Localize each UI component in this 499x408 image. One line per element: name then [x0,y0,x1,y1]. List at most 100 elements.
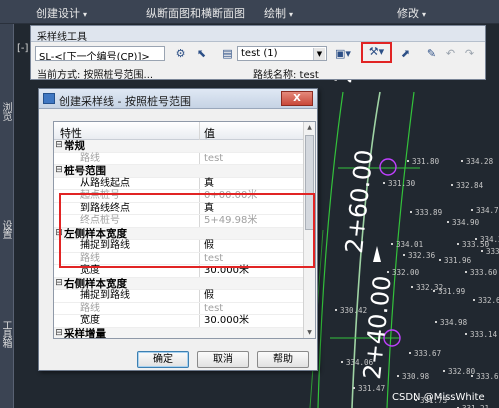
property-name: 宽度 [80,315,100,326]
survey-point-marker [443,370,445,372]
elevation-label: 332.84 [451,181,483,190]
property-row[interactable]: 宽度 30.000米 [54,315,304,328]
menu-create-design[interactable]: 创建设计 ▾ [36,5,87,21]
sample-line-creation-methods-button[interactable]: ⚒▾ [361,42,392,63]
ribbon-menu-bar: 创建设计 ▾ 纵断面图和横断面图 绘制 ▾ 修改 ▾ [0,0,499,24]
property-row[interactable]: 路线 test [54,302,304,315]
menu-profile-section-views[interactable]: 纵断面图和横断面图 [146,5,245,21]
close-icon[interactable]: X [281,91,313,106]
scroll-down-icon[interactable]: ▼ [304,327,315,338]
survey-point-marker [397,375,399,377]
undo-icon[interactable]: ↶ [442,45,459,62]
elevation-label: 334.01 [391,240,423,249]
property-name: 路线 [80,302,100,314]
station-range-highlight-box [59,193,315,268]
elevation-label: 332.00 [387,268,419,277]
alignment-dropdown-value: test (1) [241,48,278,59]
elevation-label: 333.67 [409,349,441,358]
style-menu-icon[interactable]: ▣▾ [331,45,355,62]
property-value[interactable]: 30.000米 [204,315,249,327]
survey-point-marker [387,271,389,273]
menu-modify-label: 修改 [397,7,419,20]
elevation-label: 332.36 [403,251,435,260]
property-value[interactable]: test [204,303,223,315]
property-value[interactable]: 真 [204,178,214,190]
cancel-button[interactable]: 取消 [197,351,249,368]
elevation-label: 333.89 [410,208,442,217]
viewport-control[interactable]: [-] [17,43,28,54]
toolwin-title-text: 采样线工具 [37,32,87,43]
survey-point-marker [461,160,463,162]
collapse-toggle-icon[interactable]: ⊟ [55,141,63,150]
elevation-label: 330.42 [335,306,367,315]
ok-button[interactable]: 确定 [137,351,189,368]
sample-line-name-dropdown[interactable]: SL-<[下一个编号(CP)]> [35,46,165,61]
survey-point-marker [439,259,441,261]
sample-line-settings-icon[interactable]: ⚙ [172,45,189,62]
menu-draw[interactable]: 绘制 ▾ [264,5,293,21]
property-category-row[interactable]: ⊟ 采样增量 [54,327,304,338]
pi-marker-top [379,158,397,176]
survey-point-marker [335,309,337,311]
scroll-up-icon[interactable]: ▲ [304,122,315,133]
help-button[interactable]: 帮助 [257,351,309,368]
dialog-title-bar[interactable]: 创建采样线 - 按照桩号范围 X [39,89,317,109]
property-value[interactable]: 假 [204,290,214,302]
collapse-toggle-icon[interactable]: ⊟ [55,278,63,288]
edit-properties-icon[interactable]: ✎ [423,45,440,62]
chevron-down-icon: ▾ [83,10,88,19]
property-row[interactable]: 捕捉到路线 假 [54,290,304,303]
property-name: 右侧样本宽度 [64,277,127,290]
property-name: 常规 [64,140,85,152]
tab-settings[interactable]: 设置 [0,220,13,238]
survey-point-marker [433,290,435,292]
elevation-label: 334.98 [435,318,467,327]
elevation-label: 331.99 [433,287,465,296]
property-category-row[interactable]: ⊟ 右侧样本宽度 [54,277,304,290]
pick-cursor-icon[interactable]: ⬉ [193,45,210,62]
collapse-toggle-icon[interactable]: ⊟ [55,166,63,175]
elevation-label: 332.62 [473,296,499,305]
property-category-row[interactable]: ⊟ 桩号范围 [54,165,304,178]
menu-draw-label: 绘制 [264,7,286,20]
tab-browse[interactable]: 浏览 [0,102,13,120]
elevation-label: 333.14 [465,330,497,339]
survey-point-marker [403,254,405,256]
elevation-label: 334.06 [341,358,373,367]
sample-line-tools-window: 采样线工具 SL-<[下一个编号(CP)]> ⚙ ⬉ ▤ test (1) ▼ … [30,25,486,81]
document-icon[interactable]: ▤ [219,45,236,62]
elevation-label: 333.67 [471,372,499,381]
survey-point-marker [383,182,385,184]
survey-point-marker [473,299,475,301]
survey-point-marker [410,211,412,213]
dialog-app-icon [43,93,55,104]
survey-point-marker [391,243,393,245]
menu-modify[interactable]: 修改 ▾ [397,5,426,21]
elevation-label: 331.30 [383,179,415,188]
route-name-status: 路线名称: test [253,70,319,81]
survey-point-marker [409,352,411,354]
select-existing-polyline-icon[interactable]: ⬈ [397,45,414,62]
survey-point-marker [457,243,459,245]
tab-toolbox[interactable]: 工具箱 [0,320,13,347]
collapse-toggle-icon[interactable]: ⊟ [55,328,63,338]
alignment-dropdown[interactable]: test (1) ▼ [237,46,327,61]
current-method-status: 当前方式: 按照桩号范围... [37,70,154,81]
property-category-row[interactable]: ⊟ 常规 [54,140,304,153]
menu-profile-section-label: 纵断面图和横断面图 [146,7,245,20]
survey-point-marker [471,375,473,377]
menu-create-design-label: 创建设计 [36,7,80,20]
survey-point-marker [407,160,409,162]
sample-line-tools-title: 采样线工具 [31,26,485,43]
property-value[interactable]: test [204,153,223,165]
property-row[interactable]: 从路线起点 真 [54,178,304,190]
elevation-label: 330.98 [397,372,429,381]
redo-icon[interactable]: ↷ [461,45,478,62]
elevation-label: 334.28 [461,157,493,166]
elevation-label: 334.90 [447,218,479,227]
property-row[interactable]: 路线 test [54,153,304,165]
column-header-value: 值 [204,127,215,140]
survey-point-marker [411,286,413,288]
chevron-down-icon: ▾ [422,10,427,19]
elevation-label: 331.96 [439,256,471,265]
